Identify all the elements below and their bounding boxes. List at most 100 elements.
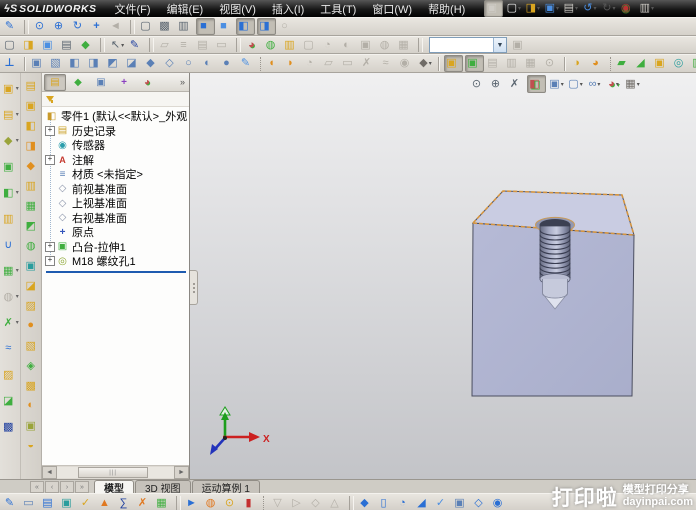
- reference-triad-icon[interactable]: ⊥▾: [3, 56, 20, 71]
- toolbar-icon[interactable]: ◍▾: [378, 38, 395, 53]
- normal-to-icon[interactable]: ✎▾: [239, 56, 256, 71]
- draft-flyout-icon[interactable]: ✗ ▾: [1, 309, 19, 335]
- toolbar-icon[interactable]: ✗▾: [360, 56, 377, 71]
- feature-icon[interactable]: ◨: [23, 135, 38, 155]
- tab-motion-study-1[interactable]: 运动算例 1: [191, 480, 260, 495]
- redo-icon[interactable]: ↻ ▾: [600, 1, 617, 16]
- smart-fasteners-icon[interactable]: ◆ ▾: [417, 56, 434, 71]
- reference-plane-icon[interactable]: ▩▾: [1, 413, 19, 439]
- save-icon[interactable]: ▣▾: [543, 1, 560, 16]
- zoom-area-icon[interactable]: ⊕▾: [52, 19, 69, 34]
- feature-icon[interactable]: ◆: [23, 155, 38, 175]
- feature-icon[interactable]: ▧: [23, 335, 38, 355]
- tree-item-m18-thread-hole1[interactable]: + ◎ M18 螺纹孔1: [42, 254, 189, 269]
- sketch-flyout-icon[interactable]: ▣ ▾: [1, 75, 19, 101]
- feature-icon[interactable]: ▣: [23, 95, 38, 115]
- scrollbar-thumb[interactable]: |||: [78, 467, 149, 478]
- expand-icon[interactable]: +: [45, 241, 55, 252]
- configuration-combobox[interactable]: ▼: [429, 37, 507, 53]
- tool-icon[interactable]: ►▾: [185, 496, 202, 510]
- extruded-cut-icon[interactable]: ▣▾: [653, 56, 670, 71]
- preview-window-icon[interactable]: ▣▾: [465, 55, 484, 72]
- tool-icon[interactable]: ◆▾: [358, 496, 375, 510]
- shaded-icon[interactable]: ■▾: [217, 19, 234, 34]
- toolbar-icon[interactable]: ▢▾: [302, 38, 319, 53]
- loft-icon[interactable]: ▥▾: [1, 205, 19, 231]
- tool-icon[interactable]: ▲▾: [98, 496, 115, 510]
- tab-dimxpertmanager[interactable]: +: [113, 74, 135, 91]
- rotate-component-icon[interactable]: ◕▾: [589, 56, 606, 71]
- undo-icon[interactable]: ↺ ▾: [581, 1, 598, 16]
- tool-icon[interactable]: ✎▾: [3, 496, 20, 510]
- previous-view-icon[interactable]: ◄▾: [109, 19, 126, 34]
- tool-icon[interactable]: ✓▾: [434, 496, 451, 510]
- scroll-right-icon[interactable]: ►: [174, 466, 189, 479]
- toolbar-icon[interactable]: ▥▾: [505, 56, 522, 71]
- section-view-icon[interactable]: ◧▾: [527, 75, 546, 93]
- tree-item-front-plane[interactable]: + ◇ 前视基准面: [42, 182, 189, 197]
- feature-icon[interactable]: ●: [23, 315, 38, 335]
- tool-icon[interactable]: ◇▾: [472, 496, 489, 510]
- view-isometric-icon[interactable]: ◆▾: [144, 56, 161, 71]
- toolbar-icon[interactable]: ▤▾: [196, 38, 213, 53]
- shaded-with-edges-icon[interactable]: ■▾: [196, 18, 215, 35]
- view-bottom-icon[interactable]: ◪▾: [125, 56, 142, 71]
- save-icon[interactable]: ▣▾: [41, 38, 58, 53]
- toolbar-icon[interactable]: ▱▾: [158, 38, 175, 53]
- tree-item-material[interactable]: + ≡ 材质 <未指定>: [42, 167, 189, 182]
- tool-icon[interactable]: ◍▾: [204, 496, 221, 510]
- menu-edit[interactable]: 编辑(E): [159, 0, 212, 17]
- pattern-flyout-icon[interactable]: ◍ ▾: [1, 283, 18, 309]
- tab-model[interactable]: 模型: [94, 480, 134, 495]
- expand-icon[interactable]: +: [45, 256, 55, 267]
- tool-icon[interactable]: ◔▾: [396, 496, 413, 510]
- tool-icon[interactable]: ◉▾: [491, 496, 508, 510]
- feature-icon[interactable]: ◧: [23, 115, 38, 135]
- shell-icon[interactable]: ▨▾: [1, 361, 19, 387]
- tabnav-last[interactable]: »: [75, 481, 89, 493]
- view-front-icon[interactable]: ▣▾: [30, 56, 47, 71]
- zoom-fit-icon[interactable]: ⊙▾: [470, 76, 487, 92]
- view-dimetric-icon[interactable]: ◇▾: [163, 56, 180, 71]
- toolbar-icon[interactable]: ⊙▾: [543, 56, 560, 71]
- curve-icon[interactable]: ∪▾: [1, 231, 19, 257]
- isolate-icon[interactable]: ▣▾: [444, 55, 463, 72]
- toolbar-icon[interactable]: ▣▾: [359, 38, 376, 53]
- view-sphere-icon[interactable]: ●▾: [220, 56, 237, 71]
- menu-view[interactable]: 视图(V): [211, 0, 264, 17]
- feature-icon[interactable]: ▤: [23, 75, 38, 95]
- sketch-tool-icon[interactable]: ✎▾: [128, 38, 145, 53]
- zoom-fit-icon[interactable]: ⊙▾: [33, 19, 50, 34]
- feature-icon[interactable]: ▨: [23, 295, 38, 315]
- toolbar-icon[interactable]: ▭▾: [215, 38, 232, 53]
- edit-appearance-icon[interactable]: ◕▾: [245, 38, 262, 53]
- tool-icon[interactable]: ◇▾: [309, 496, 326, 510]
- equations-icon[interactable]: ∑▾: [117, 496, 134, 510]
- tree-filter-bar[interactable]: [42, 92, 189, 107]
- view-orientation-icon[interactable]: ▣ ▾: [548, 76, 565, 92]
- tabnav-first[interactable]: «: [30, 481, 44, 493]
- tree-item-origin[interactable]: + + 原点: [42, 225, 189, 240]
- tree-item-history[interactable]: + ▤ 历史记录: [42, 124, 189, 139]
- extrude-flyout-icon[interactable]: ◆ ▾: [1, 127, 19, 153]
- revolved-cut-icon[interactable]: ▥▾: [691, 56, 696, 71]
- toolbar-icon[interactable]: ▣▾: [511, 38, 528, 53]
- tool-icon[interactable]: ✗▾: [136, 496, 153, 510]
- rotate-view-icon[interactable]: ↻▾: [71, 19, 88, 34]
- view-right-icon[interactable]: ◨▾: [87, 56, 104, 71]
- feature-icon[interactable]: ◍: [23, 235, 38, 255]
- extruded-boss-icon[interactable]: ▰▾: [615, 56, 632, 71]
- menu-tools[interactable]: 工具(T): [312, 0, 364, 17]
- feature-icon[interactable]: ▣: [23, 415, 38, 435]
- feature-icon[interactable]: ◩: [23, 215, 38, 235]
- tab-featuremanager[interactable]: ▤: [44, 73, 66, 91]
- tool-icon[interactable]: ▮▾: [242, 496, 259, 510]
- dimension-flyout-icon[interactable]: ▤ ▾: [1, 101, 19, 127]
- apply-scene-icon[interactable]: ▦ ▾: [624, 76, 641, 92]
- toolbar-icon[interactable]: ▱▾: [322, 56, 339, 71]
- menu-help[interactable]: 帮助(H): [420, 0, 473, 17]
- print-icon[interactable]: ▤▾: [60, 38, 77, 53]
- revolve-icon[interactable]: ▣▾: [1, 153, 19, 179]
- open-file-icon[interactable]: ◨▾: [22, 38, 39, 53]
- feature-icon[interactable]: ◐: [23, 395, 38, 415]
